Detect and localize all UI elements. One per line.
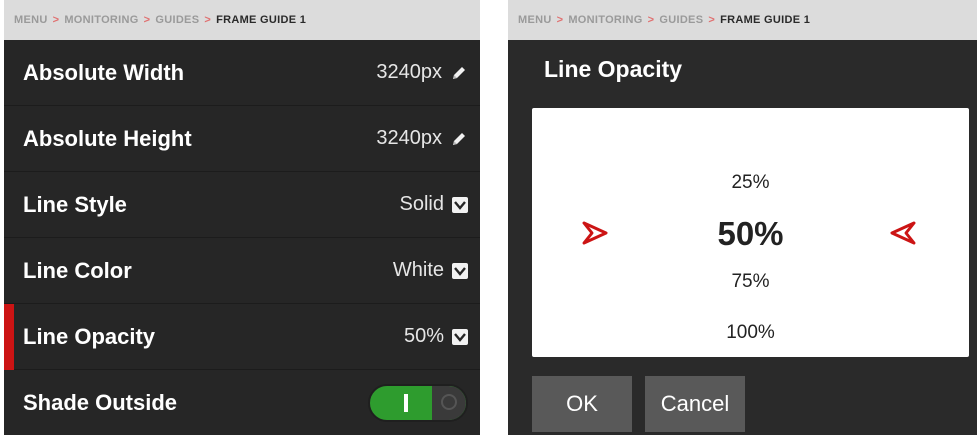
breadcrumb-separator: > [647,14,655,26]
breadcrumb-item-monitoring[interactable]: MONITORING [64,14,138,26]
setting-row-line-style[interactable]: Line Style Solid [4,172,480,238]
setting-label: Absolute Height [23,125,192,151]
picker-option[interactable]: 25% [532,172,969,194]
breadcrumb: MENU > MONITORING > GUIDES > FRAME GUIDE… [4,0,480,40]
breadcrumb-separator: > [708,14,716,26]
arrow-right-icon[interactable] [580,218,610,248]
breadcrumb-item-monitoring[interactable]: MONITORING [568,14,642,26]
opacity-dialog: MENU > MONITORING > GUIDES > FRAME GUIDE… [508,0,977,435]
setting-label: Absolute Width [23,59,185,85]
breadcrumb-item-guides[interactable]: GUIDES [659,14,703,26]
arrow-left-icon[interactable] [888,218,918,248]
setting-label: Line Opacity [23,323,156,349]
breadcrumb-item-menu[interactable]: MENU [518,14,552,26]
setting-value: White [392,259,444,281]
chevron-down-icon[interactable] [452,196,468,213]
settings-panel: MENU > MONITORING > GUIDES > FRAME GUIDE… [4,0,480,435]
breadcrumb-separator: > [556,14,564,26]
setting-row-line-opacity[interactable]: Line Opacity 50% [4,304,480,370]
breadcrumb-current: FRAME GUIDE 1 [216,14,307,26]
pencil-icon[interactable] [450,130,468,148]
selection-indicator [4,304,14,370]
breadcrumb-separator: > [204,14,212,26]
toggle-off-mark [441,394,457,410]
setting-label: Line Style [23,191,127,217]
cancel-button[interactable]: Cancel [645,376,745,432]
setting-value: 50% [403,325,444,347]
chevron-down-icon[interactable] [452,328,468,345]
breadcrumb-current: FRAME GUIDE 1 [720,14,811,26]
setting-label: Shade Outside [23,390,178,415]
picker-option[interactable]: 75% [532,271,969,293]
setting-row-absolute-height[interactable]: Absolute Height 3240px [4,106,480,172]
setting-value: 3240px [376,61,442,83]
setting-row-shade-outside[interactable]: Shade Outside [4,370,480,435]
chevron-down-icon[interactable] [452,262,468,279]
setting-row-line-color[interactable]: Line Color White [4,238,480,304]
pencil-icon[interactable] [450,64,468,82]
shade-outside-toggle[interactable] [368,384,468,422]
setting-value: 3240px [376,127,442,149]
setting-label: Line Color [23,257,132,283]
setting-row-absolute-width[interactable]: Absolute Width 3240px [4,40,480,106]
breadcrumb-item-menu[interactable]: MENU [14,14,48,26]
ok-button[interactable]: OK [532,376,632,432]
breadcrumb: MENU > MONITORING > GUIDES > FRAME GUIDE… [508,0,977,40]
breadcrumb-separator: > [52,14,60,26]
breadcrumb-separator: > [143,14,151,26]
opacity-picker[interactable]: 25% 50% 75% 100% [532,108,969,357]
toggle-on-mark [404,394,408,412]
picker-option[interactable]: 100% [532,322,969,344]
dialog-title: Line Opacity [544,56,683,82]
breadcrumb-item-guides[interactable]: GUIDES [155,14,199,26]
setting-value: Solid [399,193,444,215]
